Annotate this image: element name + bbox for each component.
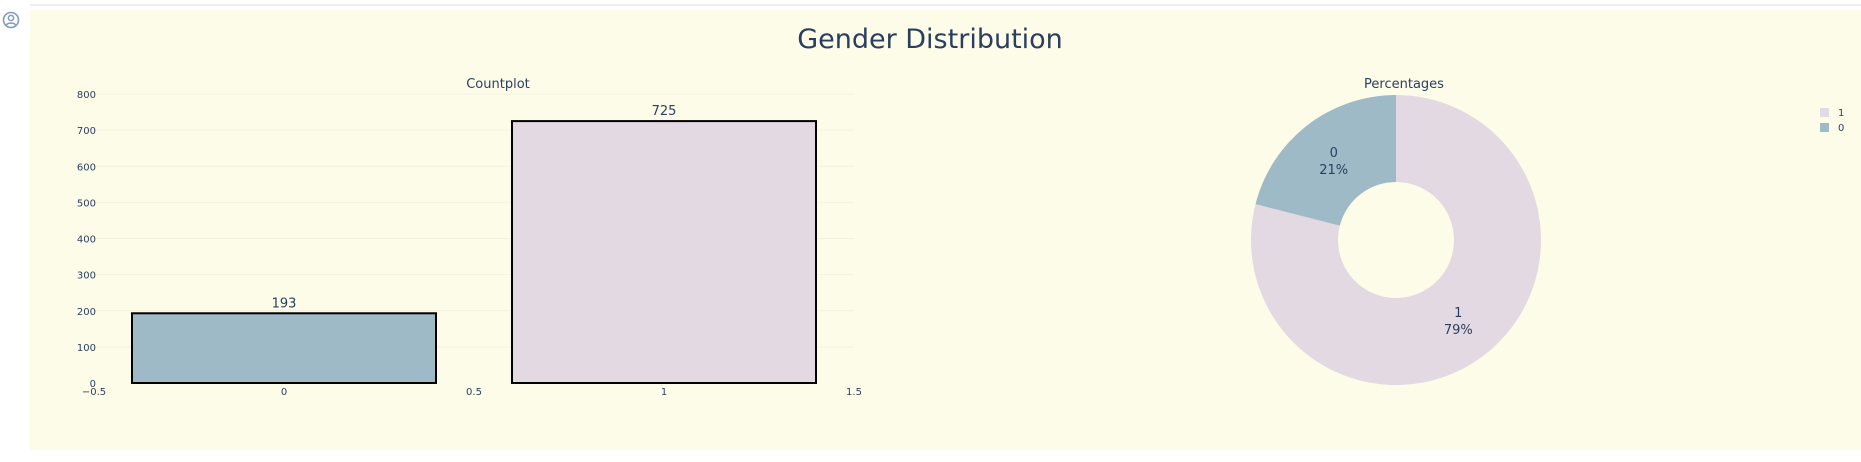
percentages-subtitle: Percentages xyxy=(1364,77,1444,92)
y-tick-label: 400 xyxy=(77,235,96,246)
slice-label: 1 xyxy=(1454,306,1462,321)
bar-data-label: 193 xyxy=(272,296,297,311)
y-tick-label: 600 xyxy=(77,162,96,173)
legend-label: 0 xyxy=(1838,123,1844,134)
user-avatar-button[interactable] xyxy=(1,10,21,30)
top-divider xyxy=(30,4,1861,6)
x-tick-label: 0 xyxy=(281,387,287,398)
slice-label: 0 xyxy=(1330,146,1338,161)
bar-1 xyxy=(511,120,817,384)
y-tick-label: 100 xyxy=(77,343,96,354)
x-tick-label: 0.5 xyxy=(466,387,482,398)
legend-swatch xyxy=(1820,108,1829,117)
legend-swatch xyxy=(1820,123,1829,132)
chart-title: Gender Distribution xyxy=(797,24,1063,55)
user-circle-icon xyxy=(2,11,20,29)
bar-data-label: 725 xyxy=(652,104,677,119)
bar-0 xyxy=(131,312,437,384)
y-tick-label: 300 xyxy=(77,271,96,282)
x-tick-label: 1.5 xyxy=(846,387,862,398)
chart-figure: 193 725 0 100 200 300 400 500 600 700 800 −0.5 0 0.… xyxy=(30,10,1861,450)
slice-percent: 79% xyxy=(1444,323,1473,338)
x-tick-label: −0.5 xyxy=(82,387,106,398)
y-tick-label: 800 xyxy=(77,90,96,101)
bar-chart-y-axis: 0100200300400500600700800 xyxy=(77,90,96,390)
legend-label: 1 xyxy=(1838,108,1844,119)
countplot-subtitle: Countplot xyxy=(466,77,530,92)
slice-percent: 21% xyxy=(1319,163,1348,178)
y-tick-label: 700 xyxy=(77,126,96,137)
y-tick-label: 500 xyxy=(77,198,96,209)
chart-canvas: 193 725 0 100 200 300 400 500 600 700 800 −0.5 0 0.… xyxy=(30,10,1861,450)
x-tick-label: 1 xyxy=(661,387,667,398)
y-tick-label: 200 xyxy=(77,307,96,318)
